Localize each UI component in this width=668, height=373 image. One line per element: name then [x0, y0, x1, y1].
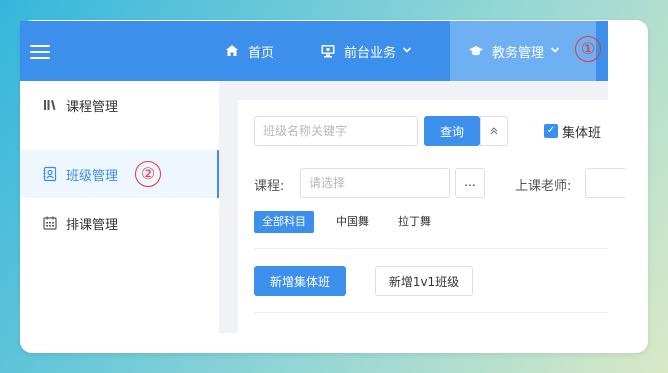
query-button[interactable]: 查询 — [424, 116, 480, 146]
nav-front-desk[interactable]: 前台业务 — [320, 21, 412, 81]
subject-tag-latin-dance[interactable]: 拉丁舞 — [390, 211, 439, 233]
double-chevron-up-icon — [490, 127, 498, 135]
chevron-down-icon — [402, 45, 412, 58]
sidebar-item-class-management[interactable]: 班级管理 ② — [20, 150, 219, 198]
subject-tag-all[interactable]: 全部科目 — [254, 211, 314, 233]
group-class-checkbox-label: 集体班 — [562, 126, 602, 141]
menu-toggle-icon[interactable] — [30, 45, 50, 59]
sidebar-item-label: 班级管理 — [66, 168, 119, 184]
top-navbar: 首页 前台业务 教务管理 ① — [20, 21, 608, 81]
chevron-down-icon — [550, 45, 560, 58]
nav-front-desk-label: 前台业务 — [344, 45, 397, 61]
home-icon — [224, 43, 240, 59]
add-1v1-class-button[interactable]: 新增1v1班级 — [375, 266, 473, 296]
teacher-select-input[interactable] — [585, 168, 625, 198]
course-select-input[interactable] — [300, 168, 450, 198]
nav-home-label: 首页 — [248, 45, 275, 61]
course-filter-label: 课程: — [254, 179, 285, 194]
divider — [254, 248, 608, 249]
annotation-marker-2: ② — [135, 161, 161, 187]
sidebar-item-label: 课程管理 — [66, 99, 119, 115]
nav-home[interactable]: 首页 — [224, 21, 274, 81]
class-name-search-input[interactable] — [254, 116, 418, 146]
subject-tag-chinese-dance[interactable]: 中国舞 — [328, 211, 377, 233]
collapse-filters-button[interactable] — [480, 116, 508, 146]
sidebar: 课程管理 班级管理 ② 排课管理 — [20, 81, 220, 333]
teacher-filter-label: 上课老师: — [515, 179, 572, 194]
sidebar-item-label: 排课管理 — [66, 217, 119, 233]
group-class-checkbox[interactable]: ✓ — [544, 124, 558, 138]
sidebar-item-scheduling[interactable]: 排课管理 — [20, 199, 219, 247]
course-picker-button[interactable]: ... — [455, 168, 485, 198]
graduation-cap-icon — [468, 43, 484, 59]
add-group-class-button[interactable]: 新增集体班 — [254, 266, 346, 296]
contact-card-icon — [42, 166, 58, 182]
annotation-marker-1: ① — [575, 36, 601, 62]
divider — [254, 312, 608, 313]
monitor-icon — [320, 43, 336, 59]
calendar-icon — [42, 215, 58, 231]
books-icon — [42, 97, 58, 113]
sidebar-item-course-management[interactable]: 课程管理 — [20, 81, 219, 129]
nav-academic-affairs-label: 教务管理 — [492, 45, 545, 61]
